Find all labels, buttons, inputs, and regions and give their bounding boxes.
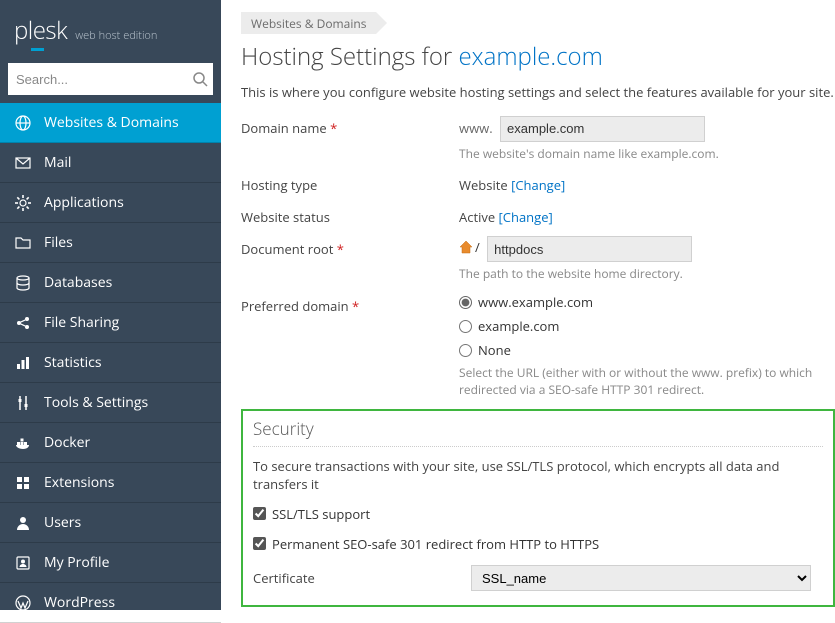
nav-item-label: File Sharing: [44, 313, 119, 332]
nav-item-label: Websites & Domains: [44, 113, 179, 132]
preferred-domain-option[interactable]: example.com: [459, 317, 835, 335]
nav-item-label: WordPress: [44, 593, 115, 612]
nav-item-label: Users: [44, 513, 81, 532]
nav-item-label: Extensions: [44, 473, 114, 492]
certificate-select[interactable]: SSL_name: [471, 565, 811, 591]
nav-item-label: Applications: [44, 193, 124, 212]
search-box[interactable]: [8, 63, 213, 95]
ssl-support-checkbox[interactable]: SSL/TLS support: [253, 505, 823, 523]
nav-item-users[interactable]: Users: [0, 503, 221, 543]
breadcrumb[interactable]: Websites & Domains: [241, 12, 376, 34]
nav-item-statistics[interactable]: Statistics: [0, 343, 221, 383]
search-button[interactable]: [192, 71, 208, 87]
preferred-domain-option[interactable]: www.example.com: [459, 293, 835, 311]
folder-icon: [14, 234, 32, 252]
page-intro: This is where you configure website host…: [241, 83, 835, 101]
nav-item-docker[interactable]: Docker: [0, 423, 221, 463]
docker-icon: [14, 434, 32, 452]
nav-item-label: My Profile: [44, 553, 109, 572]
row-website-status: Website status Active [Change]: [241, 204, 835, 226]
gear-icon: [14, 194, 32, 212]
main-content: Websites & Domains Hosting Settings for …: [221, 0, 835, 610]
nav-item-applications[interactable]: Applications: [0, 183, 221, 223]
breadcrumb-label: Websites & Domains: [251, 15, 366, 32]
brand-logo: plesk: [14, 14, 67, 47]
security-section: Security To secure transactions with you…: [241, 409, 835, 607]
row-preferred-domain: Preferred domain * www.example.comexampl…: [241, 293, 835, 399]
domain-name-input[interactable]: [500, 116, 705, 142]
nav-item-label: Tools & Settings: [44, 393, 148, 412]
title-domain-link[interactable]: example.com: [459, 40, 603, 73]
row-domain-name: Domain name * www. The website's domain …: [241, 115, 835, 162]
nav-item-label: Statistics: [44, 353, 102, 372]
sidebar: plesk web host edition Websites & Domain…: [0, 0, 221, 610]
extensions-icon: [14, 474, 32, 492]
page-title: Hosting Settings for example.com: [241, 40, 835, 73]
document-root-input[interactable]: [487, 236, 692, 262]
domain-hint: The website's domain name like example.c…: [459, 146, 835, 163]
redirect-checkbox[interactable]: Permanent SEO-safe 301 redirect from HTT…: [253, 535, 823, 553]
nav-item-mail[interactable]: Mail: [0, 143, 221, 183]
globe-icon: [14, 114, 32, 132]
nav-item-websites-domains[interactable]: Websites & Domains: [0, 103, 221, 143]
nav-item-wordpress[interactable]: WordPress: [0, 583, 221, 623]
database-icon: [14, 274, 32, 292]
security-title: Security: [253, 417, 823, 447]
change-status-link[interactable]: [Change]: [499, 208, 553, 226]
search-icon: [192, 71, 208, 87]
share-icon: [14, 314, 32, 332]
nav-item-my-profile[interactable]: My Profile: [0, 543, 221, 583]
nav-item-extensions[interactable]: Extensions: [0, 463, 221, 503]
docroot-hint: The path to the website home directory.: [459, 266, 835, 283]
tools-icon: [14, 394, 32, 412]
search-container: [0, 57, 221, 103]
brand-edition: web host edition: [75, 28, 157, 43]
nav-item-databases[interactable]: Databases: [0, 263, 221, 303]
change-hosting-type-link[interactable]: [Change]: [511, 176, 565, 194]
required-mark: *: [330, 119, 337, 137]
bars-icon: [14, 354, 32, 372]
mail-icon: [14, 154, 32, 172]
nav-item-tools-settings[interactable]: Tools & Settings: [0, 383, 221, 423]
search-input[interactable]: [16, 72, 192, 87]
www-prefix: www.: [459, 115, 493, 137]
preferred-hint: Select the URL (either with or without t…: [459, 365, 835, 399]
nav-item-label: Files: [44, 233, 73, 252]
row-document-root: Document root * / The path to the websit…: [241, 236, 835, 283]
home-icon: [459, 240, 473, 254]
nav-item-file-sharing[interactable]: File Sharing: [0, 303, 221, 343]
preferred-domain-option[interactable]: None: [459, 341, 835, 359]
brand: plesk web host edition: [0, 0, 221, 57]
nav-item-label: Mail: [44, 153, 71, 172]
row-hosting-type: Hosting type Website [Change]: [241, 172, 835, 194]
nav-menu: Websites & Domains Mail Applications Files D…: [0, 103, 221, 623]
profile-icon: [14, 554, 32, 572]
security-desc: To secure transactions with your site, u…: [253, 457, 823, 493]
wordpress-icon: [14, 594, 32, 612]
nav-item-files[interactable]: Files: [0, 223, 221, 263]
nav-item-label: Docker: [44, 433, 90, 452]
user-icon: [14, 514, 32, 532]
nav-item-label: Databases: [44, 273, 112, 292]
